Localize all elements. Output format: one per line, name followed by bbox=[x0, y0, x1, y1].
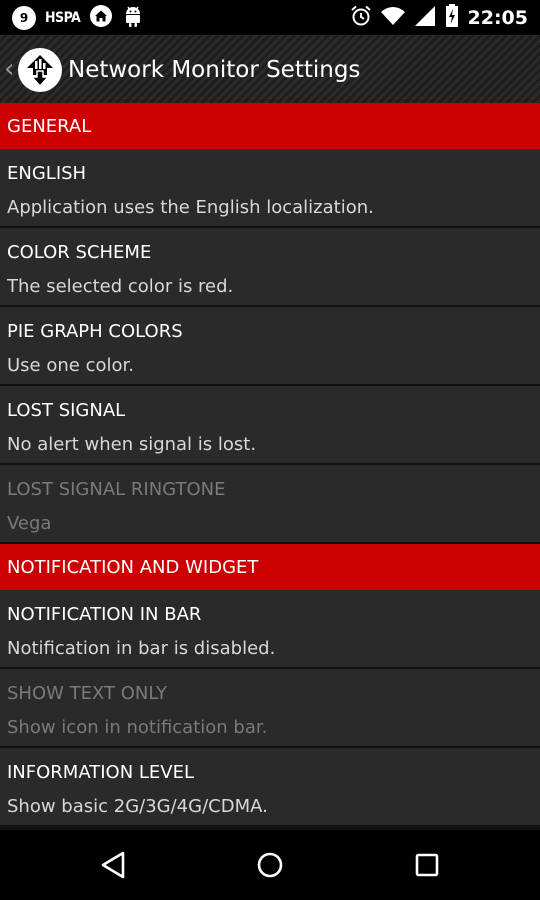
alarm-icon bbox=[350, 5, 372, 31]
pref-summary: The selected color is red. bbox=[7, 276, 234, 297]
pref-summary: Show icon in notification bar. bbox=[7, 717, 268, 738]
pref-english[interactable]: ENGLISH Application uses the English loc… bbox=[0, 149, 540, 228]
pref-lost-signal[interactable]: LOST SIGNAL No alert when signal is lost… bbox=[0, 386, 540, 465]
back-icon[interactable] bbox=[96, 848, 130, 882]
battery-icon bbox=[445, 3, 459, 32]
pref-color-scheme[interactable]: COLOR SCHEME The selected color is red. bbox=[0, 228, 540, 307]
pref-summary: No alert when signal is lost. bbox=[7, 434, 257, 455]
clock: 22:05 bbox=[467, 6, 528, 29]
pref-title: PIE GRAPH COLORS bbox=[7, 321, 183, 342]
pref-title: NOTIFICATION IN BAR bbox=[7, 604, 202, 625]
section-header-notification: NOTIFICATION AND WIDGET bbox=[0, 544, 540, 590]
pref-title: COLOR SCHEME bbox=[7, 242, 152, 263]
notification-count-badge: 9 bbox=[12, 5, 36, 30]
home-icon bbox=[89, 4, 113, 32]
pref-summary: Show basic 2G/3G/4G/CDMA. bbox=[7, 796, 268, 817]
action-bar: ‹ Network Monitor Settings bbox=[0, 35, 540, 103]
pref-lost-signal-ringtone: LOST SIGNAL RINGTONE Vega bbox=[0, 465, 540, 544]
status-bar: 9 HSPA 22:05 bbox=[0, 0, 540, 35]
recents-icon[interactable] bbox=[410, 848, 444, 882]
up-chevron-icon[interactable]: ‹ bbox=[4, 55, 14, 83]
status-left: 9 HSPA bbox=[12, 4, 144, 32]
home-circle-icon[interactable] bbox=[253, 848, 287, 882]
pref-summary: Vega bbox=[7, 513, 52, 534]
pref-show-text-only: SHOW TEXT ONLY Show icon in notification… bbox=[0, 669, 540, 748]
pref-pie-graph-colors[interactable]: PIE GRAPH COLORS Use one color. bbox=[0, 307, 540, 386]
pref-title: SHOW TEXT ONLY bbox=[7, 683, 168, 704]
pref-title: INFORMATION LEVEL bbox=[7, 762, 195, 783]
pref-summary: Notification in bar is disabled. bbox=[7, 638, 276, 659]
section-header-general: GENERAL bbox=[0, 103, 540, 149]
pref-notification-in-bar[interactable]: NOTIFICATION IN BAR Notification in bar … bbox=[0, 590, 540, 669]
pref-title: ENGLISH bbox=[7, 163, 87, 184]
navigation-bar bbox=[0, 830, 540, 900]
network-type-label: HSPA bbox=[45, 9, 81, 26]
pref-summary: Use one color. bbox=[7, 355, 134, 376]
settings-list: GENERAL ENGLISH Application uses the Eng… bbox=[0, 103, 540, 827]
pref-title: LOST SIGNAL RINGTONE bbox=[7, 479, 226, 500]
status-right: 22:05 bbox=[350, 3, 528, 32]
wifi-icon bbox=[380, 6, 405, 30]
page-title: Network Monitor Settings bbox=[68, 57, 361, 83]
pref-summary: Application uses the English localizatio… bbox=[7, 197, 374, 218]
android-icon bbox=[122, 4, 144, 32]
app-logo-icon[interactable] bbox=[18, 48, 62, 92]
pref-title: LOST SIGNAL bbox=[7, 400, 126, 421]
pref-information-level[interactable]: INFORMATION LEVEL Show basic 2G/3G/4G/CD… bbox=[0, 748, 540, 827]
signal-icon bbox=[414, 5, 436, 31]
